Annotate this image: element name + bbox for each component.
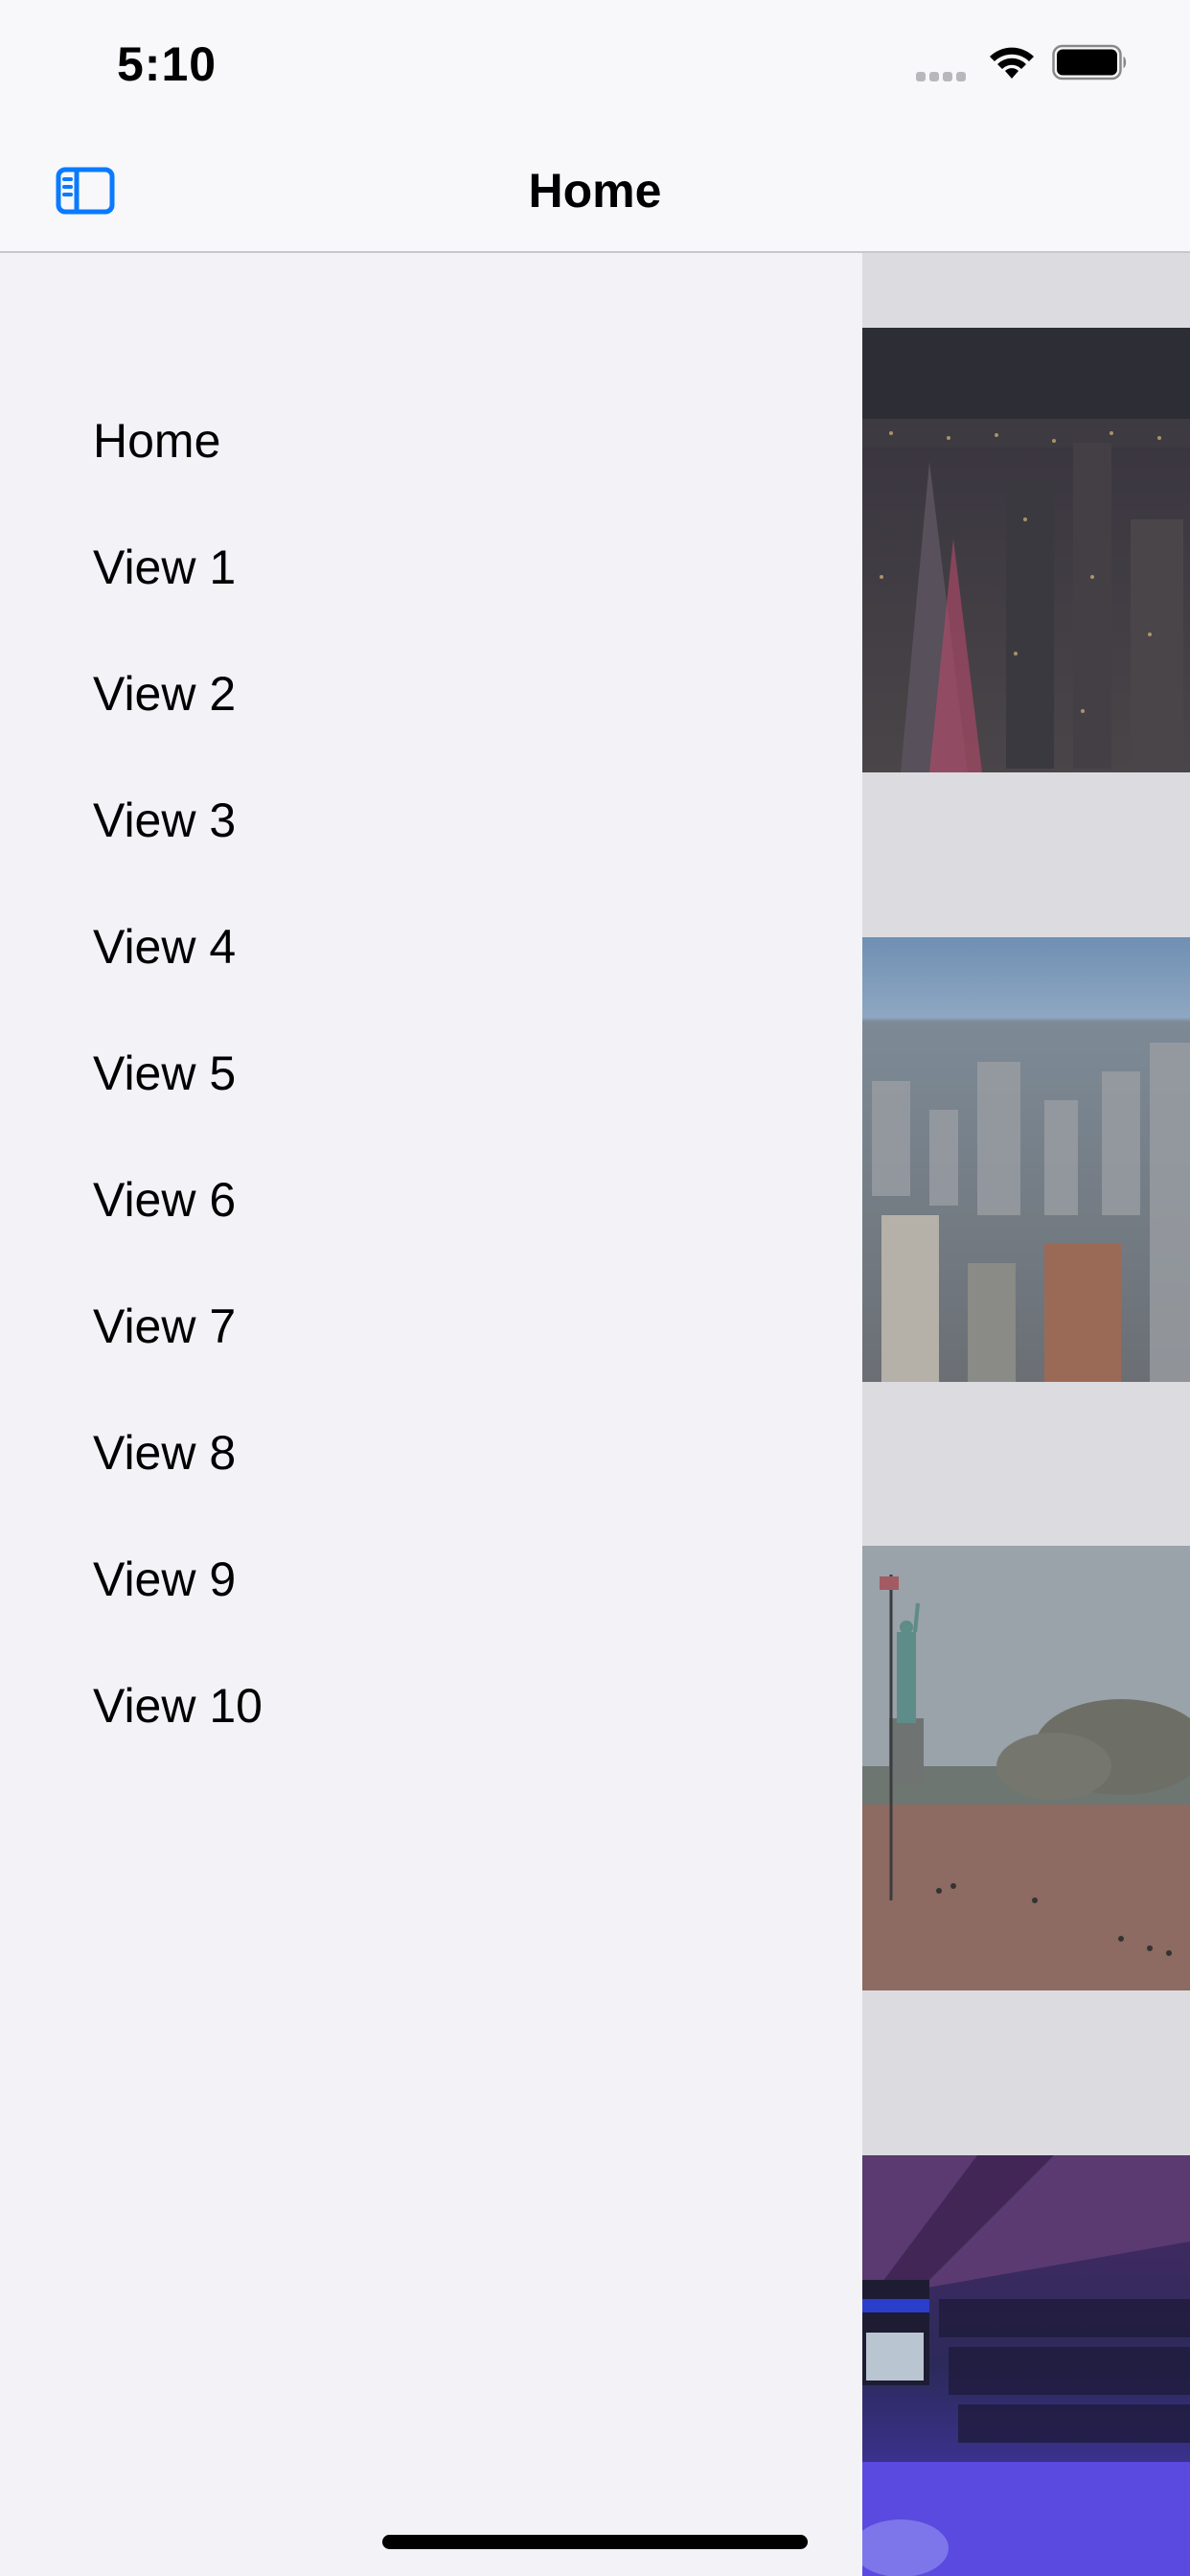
home-indicator[interactable] — [382, 2535, 808, 2549]
sidebar-item-view-9[interactable]: View 9 — [0, 1516, 862, 1643]
sidebar-item-home[interactable]: Home — [0, 378, 862, 504]
navigation-bar: Home — [0, 125, 1190, 253]
night-city-skyline-photo — [862, 328, 1190, 772]
status-bar: 5:10 — [0, 0, 1190, 125]
wifi-icon — [987, 44, 1037, 87]
sidebar-item-view-8[interactable]: View 8 — [0, 1390, 862, 1516]
hockey-arena-photo — [862, 2155, 1190, 2576]
sidebar-item-view-4[interactable]: View 4 — [0, 884, 862, 1010]
sidebar-item-view-7[interactable]: View 7 — [0, 1263, 862, 1390]
battery-icon — [1052, 44, 1129, 85]
sidebar-item-view-6[interactable]: View 6 — [0, 1137, 862, 1263]
sidebar-item-view-1[interactable]: View 1 — [0, 504, 862, 631]
statue-of-liberty-photo — [862, 1546, 1190, 1990]
cellular-signal-icon — [916, 69, 970, 86]
sidebar-menu: Home View 1 View 2 View 3 View 4 View 5 … — [0, 378, 862, 1769]
sidebar-item-view-2[interactable]: View 2 — [0, 631, 862, 757]
day-city-skyline-photo — [862, 937, 1190, 1382]
status-time: 5:10 — [117, 37, 217, 91]
sidebar: Home View 1 View 2 View 3 View 4 View 5 … — [0, 253, 862, 2576]
sidebar-item-view-5[interactable]: View 5 — [0, 1010, 862, 1137]
page-title: Home — [528, 164, 662, 218]
content-area[interactable] — [862, 253, 1190, 2576]
sidebar-item-view-3[interactable]: View 3 — [0, 757, 862, 884]
sidebar-item-view-10[interactable]: View 10 — [0, 1643, 862, 1769]
